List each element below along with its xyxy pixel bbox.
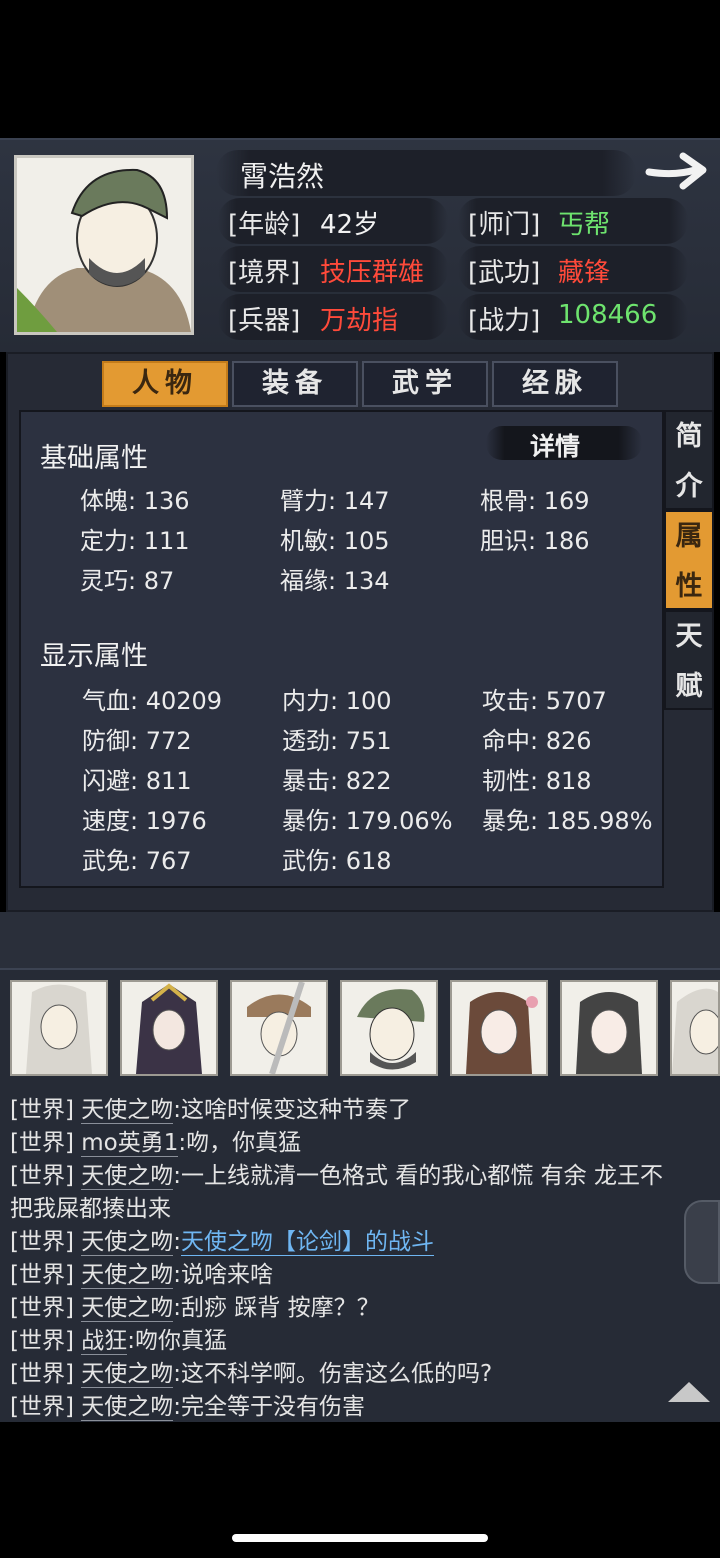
side-tab-talent[interactable]: 天赋	[664, 610, 714, 710]
stat-item: 命中: 826	[482, 727, 592, 755]
stat-item: 暴击: 822	[282, 767, 392, 795]
chat-line: [世界] 天使之吻:这啥时候变这种节奏了	[10, 1097, 412, 1124]
character-name: 霄浩然	[240, 160, 325, 193]
tab-martial-arts[interactable]: 武学	[362, 361, 488, 407]
team-avatar[interactable]	[230, 980, 328, 1076]
sect-label: [师门]	[468, 210, 541, 240]
stat-item: 臂力: 147	[280, 487, 390, 515]
team-avatar[interactable]	[560, 980, 658, 1076]
team-avatar[interactable]	[450, 980, 548, 1076]
team-avatar[interactable]	[670, 980, 720, 1076]
team-avatar[interactable]	[120, 980, 218, 1076]
skill-label: [武功]	[468, 258, 541, 288]
chat-line: [世界] 天使之吻:一上线就清一色格式 看的我心都慌 有余 龙王不	[10, 1163, 663, 1190]
stat-item: 灵巧: 87	[80, 567, 175, 595]
age-label: [年龄]	[228, 210, 301, 240]
chat-line: [世界] mo英勇1:吻，你真猛	[10, 1130, 302, 1157]
side-tab-attributes[interactable]: 属性	[664, 510, 714, 610]
stat-item: 武伤: 618	[282, 847, 392, 875]
stat-item: 体魄: 136	[80, 487, 190, 515]
age-value: 42岁	[320, 210, 380, 240]
stat-item: 内力: 100	[282, 687, 392, 715]
stat-item: 武免: 767	[82, 847, 192, 875]
stat-item: 透劲: 751	[282, 727, 392, 755]
chat-side-button[interactable]	[684, 1200, 720, 1284]
divider-area	[0, 912, 720, 968]
collapse-button[interactable]	[666, 1380, 712, 1404]
realm-label: [境界]	[228, 258, 301, 288]
tab-character[interactable]: 人物	[102, 361, 228, 407]
team-avatar[interactable]	[340, 980, 438, 1076]
stat-item: 机敏: 105	[280, 527, 390, 555]
sect-value: 丐帮	[558, 210, 611, 240]
stat-item: 暴伤: 179.06%	[282, 807, 453, 835]
stat-item: 定力: 111	[80, 527, 190, 555]
chat-line: [世界] 天使之吻:这不科学啊。伤害这么低的吗?	[10, 1361, 493, 1388]
chat-line-continuation: 把我屎都揍出来	[10, 1196, 171, 1222]
power-value: 108466	[558, 300, 658, 330]
weapon-label: [兵器]	[228, 306, 301, 336]
power-label: [战力]	[468, 306, 541, 336]
stat-item: 闪避: 811	[82, 767, 192, 795]
side-tab-intro[interactable]: 简介	[664, 410, 714, 510]
chat-line: [世界] 天使之吻:说啥来啥	[10, 1262, 274, 1289]
chat-line: [世界] 战狂:吻你真猛	[10, 1328, 228, 1355]
display-attributes-title: 显示属性	[40, 641, 148, 672]
stat-item: 福缘: 134	[280, 567, 390, 595]
character-portrait	[14, 155, 194, 335]
stat-item: 根骨: 169	[480, 487, 590, 515]
arrow-right-icon	[645, 152, 707, 190]
realm-value: 技压群雄	[320, 258, 425, 288]
team-avatar[interactable]	[10, 980, 108, 1076]
battle-link[interactable]: 天使之吻【论剑】的战斗	[181, 1229, 435, 1256]
stat-item: 防御: 772	[82, 727, 192, 755]
collapse-up-icon	[668, 1382, 710, 1402]
tab-meridians[interactable]: 经脉	[492, 361, 618, 407]
next-button[interactable]	[645, 150, 709, 194]
weapon-value: 万劫指	[320, 306, 399, 336]
stat-item: 胆识: 186	[480, 527, 590, 555]
stat-item: 速度: 1976	[82, 807, 207, 835]
details-label[interactable]: 详情	[530, 427, 580, 463]
chat-line: [世界] 天使之吻:天使之吻【论剑】的战斗	[10, 1229, 435, 1256]
home-indicator[interactable]	[232, 1534, 488, 1542]
stat-item: 攻击: 5707	[482, 687, 607, 715]
skill-value: 藏锋	[558, 258, 611, 288]
stat-item: 暴免: 185.98%	[482, 807, 653, 835]
tab-equipment[interactable]: 装备	[232, 361, 358, 407]
chat-line: [世界] 天使之吻:刮痧 踩背 按摩？？	[10, 1295, 380, 1322]
basic-attributes-title: 基础属性	[40, 443, 148, 474]
stat-item: 气血: 40209	[82, 687, 223, 715]
stat-item: 韧性: 818	[482, 767, 592, 795]
chat-line: [世界] 天使之吻:完全等于没有伤害	[10, 1394, 366, 1421]
